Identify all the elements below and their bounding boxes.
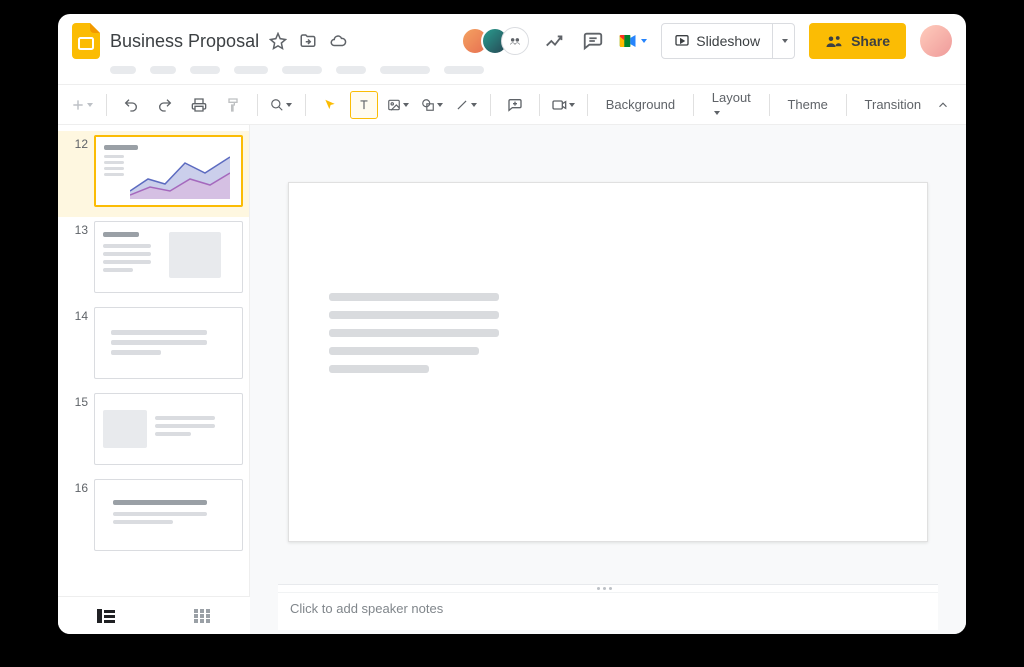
explore-icon[interactable]	[543, 29, 567, 53]
view-switcher	[58, 596, 250, 634]
slides-logo[interactable]	[70, 21, 102, 61]
slideshow-button-group: Slideshow	[661, 23, 795, 59]
collapse-toolbar-button[interactable]	[935, 93, 950, 117]
thumb-preview[interactable]	[94, 135, 243, 207]
add-comment-button[interactable]	[501, 91, 529, 119]
video-tool[interactable]	[549, 91, 577, 119]
toolbar: Background Layout Theme Transition	[58, 85, 966, 125]
zoom-button[interactable]	[267, 91, 295, 119]
menu-bar[interactable]	[58, 58, 966, 85]
header: Business Proposal	[58, 14, 966, 58]
title-stack: Business Proposal	[110, 30, 349, 52]
filmstrip[interactable]: 12 13	[58, 125, 250, 634]
doc-title[interactable]: Business Proposal	[110, 31, 259, 52]
image-tool[interactable]	[384, 91, 412, 119]
thumb-preview[interactable]	[94, 221, 243, 293]
share-label: Share	[851, 33, 890, 49]
share-button[interactable]: Share	[809, 23, 906, 59]
menu-item[interactable]	[282, 66, 322, 74]
slideshow-button[interactable]: Slideshow	[662, 24, 772, 58]
shape-tool[interactable]	[418, 91, 446, 119]
slide-thumbnail[interactable]: 16	[58, 475, 249, 561]
app-window: Business Proposal	[58, 14, 966, 634]
slide-number: 12	[66, 135, 88, 151]
textbox-tool[interactable]	[350, 91, 378, 119]
comment-icon[interactable]	[581, 29, 605, 53]
slide-number: 15	[66, 393, 88, 409]
select-tool[interactable]	[316, 91, 344, 119]
filmstrip-view-button[interactable]	[58, 609, 154, 623]
redo-button[interactable]	[151, 91, 179, 119]
header-right: Slideshow Share	[461, 23, 952, 59]
menu-item[interactable]	[150, 66, 176, 74]
folder-move-icon[interactable]	[297, 30, 319, 52]
notes-divider[interactable]	[278, 584, 938, 592]
meet-icon[interactable]	[619, 29, 647, 53]
star-icon[interactable]	[267, 30, 289, 52]
menu-item[interactable]	[234, 66, 268, 74]
slide-thumbnail[interactable]: 13	[58, 217, 249, 303]
account-avatar[interactable]	[920, 25, 952, 57]
print-button[interactable]	[185, 91, 213, 119]
workspace: 12 13	[58, 125, 966, 634]
theme-button[interactable]: Theme	[779, 97, 835, 112]
thumb-preview[interactable]	[94, 307, 243, 379]
paint-format-button[interactable]	[219, 91, 247, 119]
new-slide-button[interactable]	[68, 91, 96, 119]
slide-thumbnail[interactable]: 15	[58, 389, 249, 475]
slide-thumbnail[interactable]: 12	[58, 131, 249, 217]
anonymous-avatar[interactable]	[501, 27, 529, 55]
grid-view-button[interactable]	[154, 609, 250, 623]
speaker-notes[interactable]: Click to add speaker notes	[278, 592, 938, 630]
slide-thumbnail[interactable]: 14	[58, 303, 249, 389]
menu-item[interactable]	[190, 66, 220, 74]
background-button[interactable]: Background	[598, 97, 683, 112]
line-tool[interactable]	[452, 91, 480, 119]
menu-item[interactable]	[336, 66, 366, 74]
transition-button[interactable]: Transition	[857, 97, 930, 112]
slide-number: 13	[66, 221, 88, 237]
slideshow-dropdown[interactable]	[772, 24, 794, 58]
slide-number: 16	[66, 479, 88, 495]
slide-number: 14	[66, 307, 88, 323]
slide-canvas[interactable]	[288, 182, 928, 542]
layout-label: Layout	[712, 90, 751, 105]
thumb-preview[interactable]	[94, 479, 243, 551]
collaborator-avatars[interactable]	[461, 27, 529, 55]
menu-item[interactable]	[444, 66, 484, 74]
canvas-area: Click to add speaker notes	[250, 125, 966, 634]
menu-item[interactable]	[380, 66, 430, 74]
menu-item[interactable]	[110, 66, 136, 74]
layout-button[interactable]: Layout	[704, 90, 759, 120]
cloud-status-icon[interactable]	[327, 30, 349, 52]
undo-button[interactable]	[117, 91, 145, 119]
thumb-preview[interactable]	[94, 393, 243, 465]
slideshow-label: Slideshow	[696, 33, 760, 49]
